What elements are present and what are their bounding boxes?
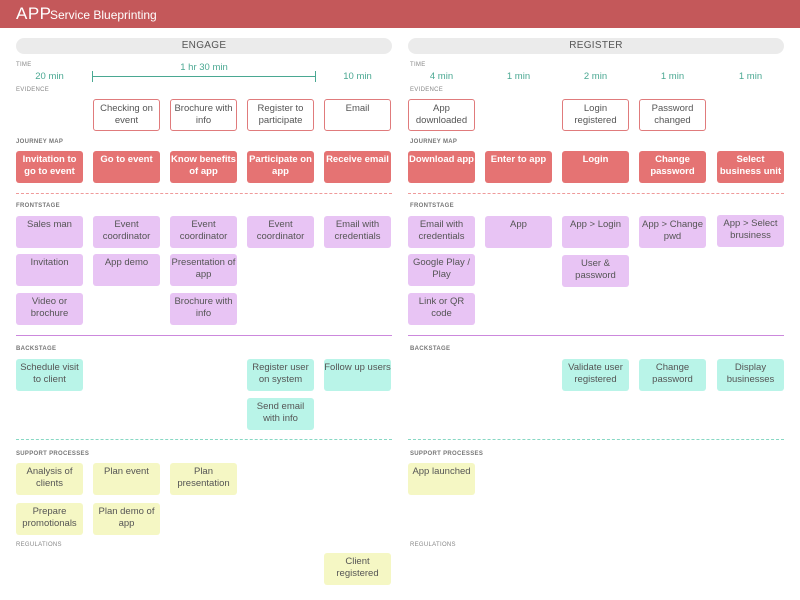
backstage-card[interactable]: Send email with info	[247, 398, 314, 430]
lane-label-support: SUPPORT PROCESSES	[410, 451, 484, 457]
page-title: Service Blueprinting	[50, 8, 157, 22]
lane-label-journey-map: JOURNEY MAP	[410, 139, 458, 145]
frontstage-card[interactable]: Video or brochure	[16, 293, 83, 325]
journey-card[interactable]: Login	[562, 151, 629, 183]
frontstage-card[interactable]: Sales man	[16, 216, 83, 248]
time-value: 4 min	[429, 71, 454, 82]
evidence-card[interactable]: App downloaded	[408, 99, 475, 131]
time-span-line	[92, 76, 316, 77]
journey-card[interactable]: Select business unit	[717, 151, 784, 183]
backstage-card[interactable]: Schedule visit to client	[16, 359, 83, 391]
line-of-interaction	[408, 193, 784, 194]
frontstage-card[interactable]: Email with credentials	[324, 216, 391, 248]
lane-label-regulations: REGULATIONS	[410, 542, 456, 548]
time-value: 1 min	[738, 71, 763, 82]
support-card[interactable]: Prepare promotionals	[16, 503, 83, 535]
lane-label-regulations: REGULATIONS	[16, 542, 62, 548]
frontstage-card[interactable]: Event coordinator	[170, 216, 237, 248]
frontstage-card[interactable]: App > Login	[562, 216, 629, 248]
time-value: 10 min	[343, 71, 372, 82]
frontstage-card[interactable]: App	[485, 216, 552, 248]
lane-label-evidence: EVIDENCE	[410, 87, 444, 93]
support-card[interactable]: App launched	[408, 463, 475, 495]
backstage-card[interactable]: Register user on system	[247, 359, 314, 391]
journey-card[interactable]: Receive email	[324, 151, 391, 183]
lane-label-journey-map: JOURNEY MAP	[16, 139, 64, 145]
frontstage-card[interactable]: Google Play / Play	[408, 254, 475, 286]
journey-card[interactable]: Go to event	[93, 151, 160, 183]
frontstage-card[interactable]: Presentation of app	[170, 254, 237, 286]
frontstage-card[interactable]: Event coordinator	[247, 216, 314, 248]
support-card[interactable]: Plan presentation	[170, 463, 237, 495]
time-value: 1 min	[506, 71, 531, 82]
line-of-visibility	[16, 335, 392, 336]
lane-label-time: TIME	[16, 62, 32, 68]
app-name: APP	[16, 4, 52, 23]
backstage-card[interactable]: Follow up users	[324, 359, 391, 391]
line-of-internal-interaction	[16, 439, 392, 440]
evidence-card[interactable]: Checking on event	[93, 99, 160, 131]
journey-card[interactable]: Know benefits of app	[170, 151, 237, 183]
journey-card[interactable]: Invitation to go to event	[16, 151, 83, 183]
lane-label-frontstage: FRONTSTAGE	[410, 203, 454, 209]
lane-label-support: SUPPORT PROCESSES	[16, 451, 90, 457]
app-header: APP Service Blueprinting	[0, 0, 800, 28]
support-card[interactable]: Plan demo of app	[93, 503, 160, 535]
frontstage-card[interactable]: User & password	[562, 255, 629, 287]
frontstage-card[interactable]: Brochure with info	[170, 293, 237, 325]
frontstage-card[interactable]: App > Change pwd	[639, 216, 706, 248]
journey-card[interactable]: Change password	[639, 151, 706, 183]
lane-label-backstage: BACKSTAGE	[16, 346, 57, 352]
lane-label-evidence: EVIDENCE	[16, 87, 50, 93]
frontstage-card[interactable]: Event coordinator	[93, 216, 160, 248]
lane-label-frontstage: FRONTSTAGE	[16, 203, 60, 209]
frontstage-card[interactable]: Link or QR code	[408, 293, 475, 325]
journey-card[interactable]: Download app	[408, 151, 475, 183]
backstage-card[interactable]: Validate user registered	[562, 359, 629, 391]
time-value: 20 min	[35, 71, 64, 82]
line-of-visibility	[408, 335, 784, 336]
backstage-card[interactable]: Display businesses	[717, 359, 784, 391]
phase-register[interactable]: REGISTER	[408, 38, 784, 54]
support-card[interactable]: Plan event	[93, 463, 160, 495]
evidence-card[interactable]: Password changed	[639, 99, 706, 131]
evidence-card[interactable]: Email	[324, 99, 391, 131]
journey-card[interactable]: Enter to app	[485, 151, 552, 183]
frontstage-card[interactable]: Email with credentials	[408, 216, 475, 248]
evidence-card[interactable]: Register to participate	[247, 99, 314, 131]
time-span-value: 1 hr 30 min	[180, 62, 228, 73]
journey-card[interactable]: Participate on app	[247, 151, 314, 183]
time-value: 2 min	[583, 71, 608, 82]
phase-engage[interactable]: ENGAGE	[16, 38, 392, 54]
line-of-interaction	[16, 193, 392, 194]
lane-label-backstage: BACKSTAGE	[410, 346, 451, 352]
lane-label-time: TIME	[410, 62, 426, 68]
frontstage-card[interactable]: App > Select brusiness	[717, 215, 784, 247]
line-of-internal-interaction	[408, 439, 784, 440]
time-value: 1 min	[660, 71, 685, 82]
support-card[interactable]: Analysis of clients	[16, 463, 83, 495]
frontstage-card[interactable]: Invitation	[16, 254, 83, 286]
backstage-card[interactable]: Change password	[639, 359, 706, 391]
evidence-card[interactable]: Brochure with info	[170, 99, 237, 131]
evidence-card[interactable]: Login registered	[562, 99, 629, 131]
frontstage-card[interactable]: App demo	[93, 254, 160, 286]
regulation-card[interactable]: Client registered	[324, 553, 391, 585]
